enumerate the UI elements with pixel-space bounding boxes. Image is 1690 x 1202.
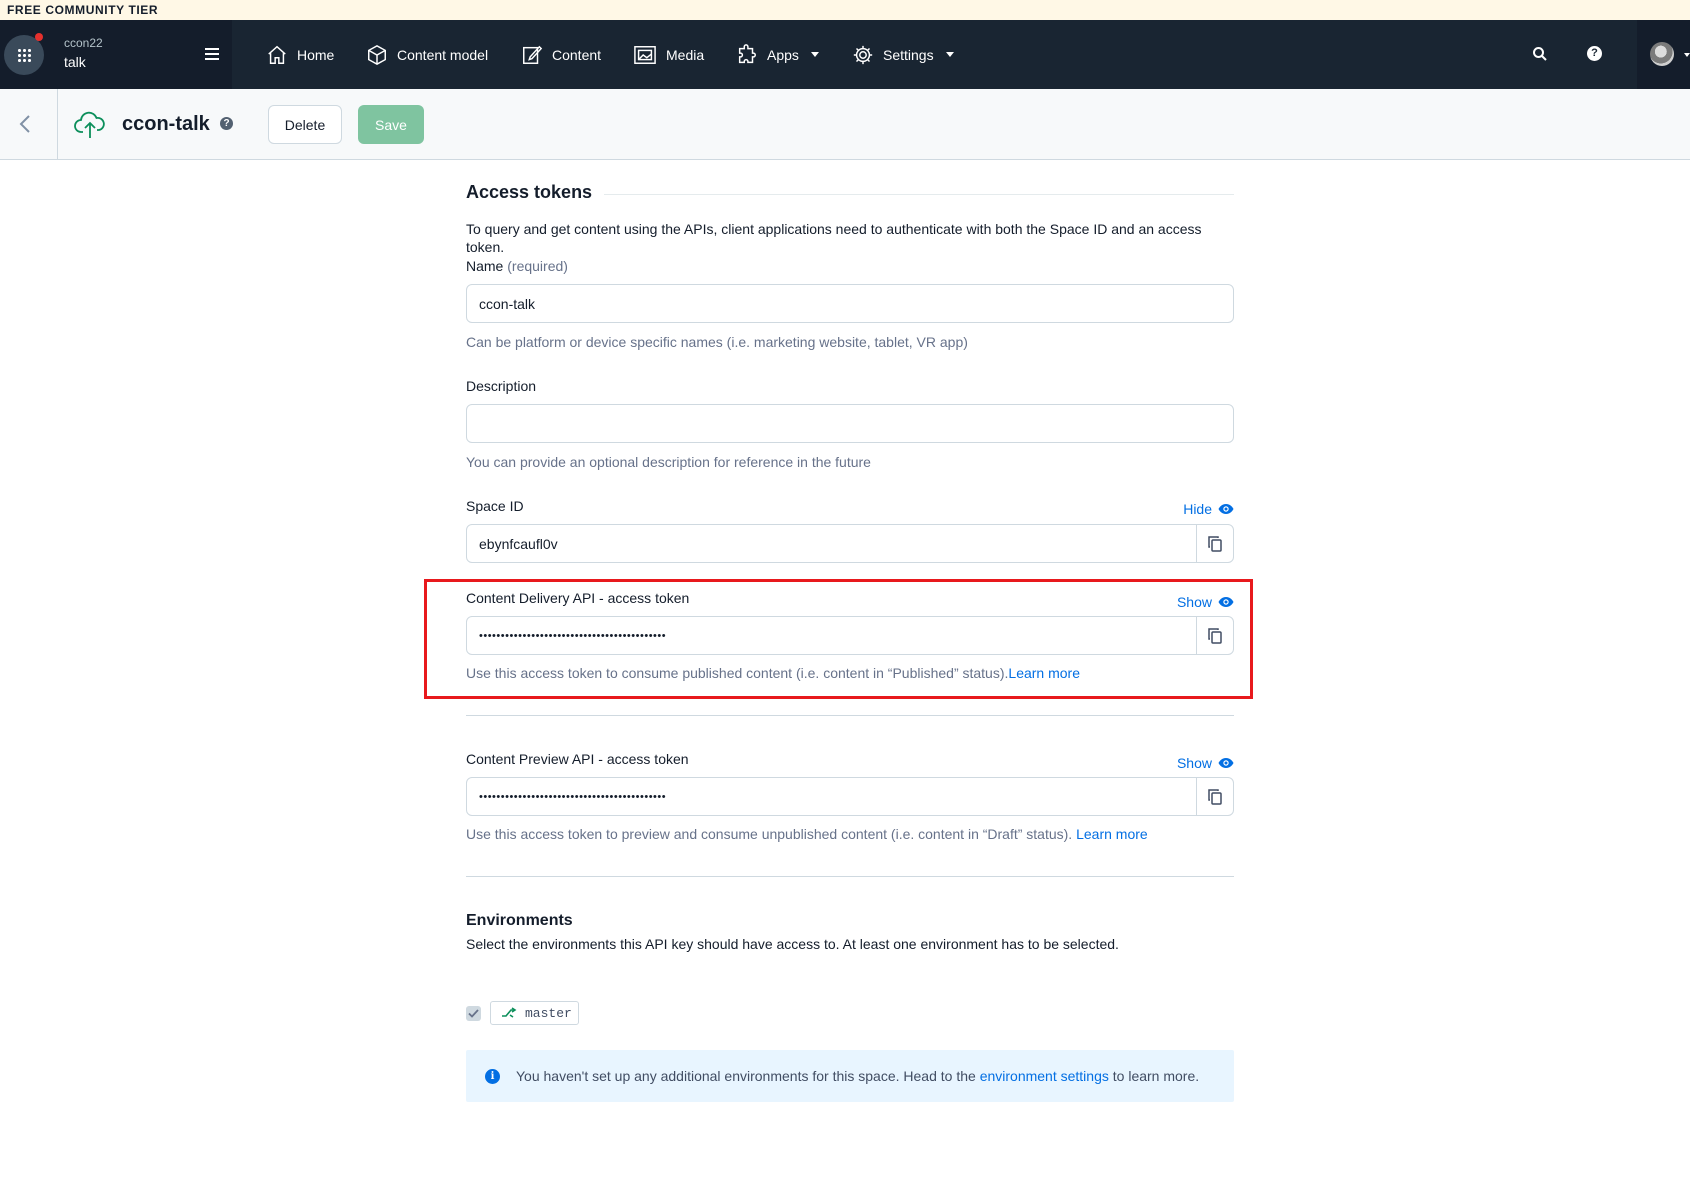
info-note-text-before: You haven't set up any additional enviro…	[516, 1068, 980, 1084]
eye-icon	[1218, 758, 1234, 768]
apps-chevron-down-icon	[810, 52, 819, 57]
nav-apps[interactable]: Apps	[736, 20, 819, 89]
cpa-token-show-toggle[interactable]: Show	[1177, 755, 1234, 771]
name-help-text: Can be platform or device specific names…	[466, 334, 968, 350]
space-id-field	[466, 524, 1234, 563]
environment-name: master	[525, 1005, 572, 1021]
space-org-name: ccon22	[64, 36, 103, 50]
copy-icon	[1208, 789, 1222, 805]
space-id-input[interactable]	[466, 524, 1197, 563]
cpa-token-toggle-label: Show	[1176, 755, 1212, 771]
account-menu[interactable]	[1637, 20, 1690, 89]
space-name: talk	[64, 54, 86, 70]
help-icon[interactable]: ?	[1587, 46, 1602, 61]
cpa-token-help-text: Use this access token to preview and con…	[466, 826, 1148, 842]
divider	[466, 876, 1234, 877]
nav-content-model-label: Content model	[397, 46, 489, 63]
nav-home[interactable]: Home	[266, 20, 334, 89]
workbench-header: ccon-talk ? Delete Save	[0, 89, 1690, 160]
space-id-label: Space ID	[466, 498, 524, 514]
name-input[interactable]	[466, 284, 1234, 323]
cda-token-toggle-label: Show	[1176, 594, 1212, 610]
cda-token-field	[466, 616, 1234, 655]
copy-cpa-token-button[interactable]	[1196, 777, 1234, 816]
help-icon[interactable]: ?	[220, 117, 233, 130]
grid-icon	[17, 48, 31, 62]
avatar	[1650, 42, 1674, 66]
cda-token-label: Content Delivery API - access token	[466, 590, 690, 606]
nav-settings[interactable]: Settings	[852, 20, 954, 89]
environments-intro: Select the environments this API key sho…	[466, 936, 1119, 952]
environments-heading: Environments	[466, 912, 573, 929]
copy-icon	[1208, 628, 1222, 644]
cloud-upload-icon	[72, 106, 108, 147]
back-button[interactable]	[0, 89, 58, 159]
settings-chevron-down-icon	[945, 52, 954, 57]
menu-icon[interactable]	[205, 48, 219, 60]
branch-icon	[502, 1007, 517, 1018]
copy-cda-token-button[interactable]	[1196, 616, 1234, 655]
cpa-token-field	[466, 777, 1234, 816]
cda-token-help-text: Use this access token to consume publish…	[466, 665, 1080, 681]
name-label: Name (required)	[466, 258, 568, 274]
nav-settings-label: Settings	[883, 46, 934, 63]
environment-settings-link[interactable]: environment settings	[980, 1068, 1109, 1084]
notification-dot	[35, 33, 43, 41]
name-label-text: Name	[466, 258, 504, 274]
nav-apps-label: Apps	[767, 46, 799, 63]
account-chevron-down-icon	[1684, 53, 1690, 57]
image-icon	[634, 45, 656, 64]
eye-icon	[1218, 504, 1234, 514]
search-button[interactable]	[1532, 46, 1548, 67]
section-heading: Access tokens	[466, 182, 605, 203]
chevron-left-icon	[19, 115, 30, 133]
cda-token-show-toggle[interactable]: Show	[1177, 594, 1234, 610]
nav-content-model[interactable]: Content model	[366, 20, 488, 89]
gear-icon	[853, 45, 873, 64]
puzzle-icon	[738, 43, 756, 63]
info-icon: i	[485, 1068, 500, 1084]
nav-media[interactable]: Media	[633, 20, 704, 89]
cube-icon	[368, 44, 386, 65]
cpa-token-help-label: Use this access token to preview and con…	[466, 826, 1077, 842]
nav-media-label: Media	[666, 46, 705, 63]
eye-icon	[1218, 597, 1234, 607]
space-id-hide-toggle[interactable]: Hide	[1183, 501, 1234, 517]
description-label: Description	[466, 378, 537, 394]
cpa-token-label: Content Preview API - access token	[466, 751, 689, 767]
cda-token-input[interactable]	[466, 616, 1197, 655]
edit-icon	[523, 45, 543, 64]
app-launcher-button[interactable]	[4, 35, 44, 75]
environment-chip-master: master	[490, 1001, 579, 1025]
info-note-text-after: to learn more.	[1108, 1068, 1200, 1084]
required-marker: (required)	[507, 258, 568, 274]
divider	[466, 715, 1234, 716]
cda-learn-more-link[interactable]: Learn more	[1008, 665, 1080, 681]
description-input[interactable]	[466, 404, 1234, 443]
cpa-learn-more-link[interactable]: Learn more	[1076, 826, 1148, 842]
nav-home-label: Home	[297, 46, 335, 63]
top-navbar: ccon22 talk Home Content model Content M…	[0, 20, 1690, 89]
home-icon	[268, 45, 286, 64]
copy-icon	[1208, 536, 1222, 552]
copy-space-id-button[interactable]	[1196, 524, 1234, 563]
environment-checkbox-master[interactable]	[466, 1006, 481, 1021]
space-switcher[interactable]: ccon22 talk	[0, 20, 232, 89]
nav-content[interactable]: Content	[521, 20, 601, 89]
cpa-token-input[interactable]	[466, 777, 1197, 816]
environments-info-note: i You haven't set up any additional envi…	[466, 1050, 1234, 1102]
page-title: ccon-talk	[122, 113, 210, 135]
intro-text: To query and get content using the APIs,…	[466, 221, 1202, 255]
description-help-text: You can provide an optional description …	[466, 454, 871, 470]
tier-banner: FREE COMMUNITY TIER	[0, 0, 1690, 20]
save-button[interactable]: Save	[358, 105, 424, 144]
cda-token-help-label: Use this access token to consume publish…	[466, 665, 1009, 681]
info-note-text: You haven't set up any additional enviro…	[516, 1068, 1199, 1084]
space-id-toggle-label: Hide	[1183, 501, 1212, 517]
search-icon	[1533, 47, 1547, 61]
checkmark-icon	[468, 1009, 479, 1018]
nav-content-label: Content	[552, 46, 602, 63]
delete-button[interactable]: Delete	[268, 105, 342, 144]
